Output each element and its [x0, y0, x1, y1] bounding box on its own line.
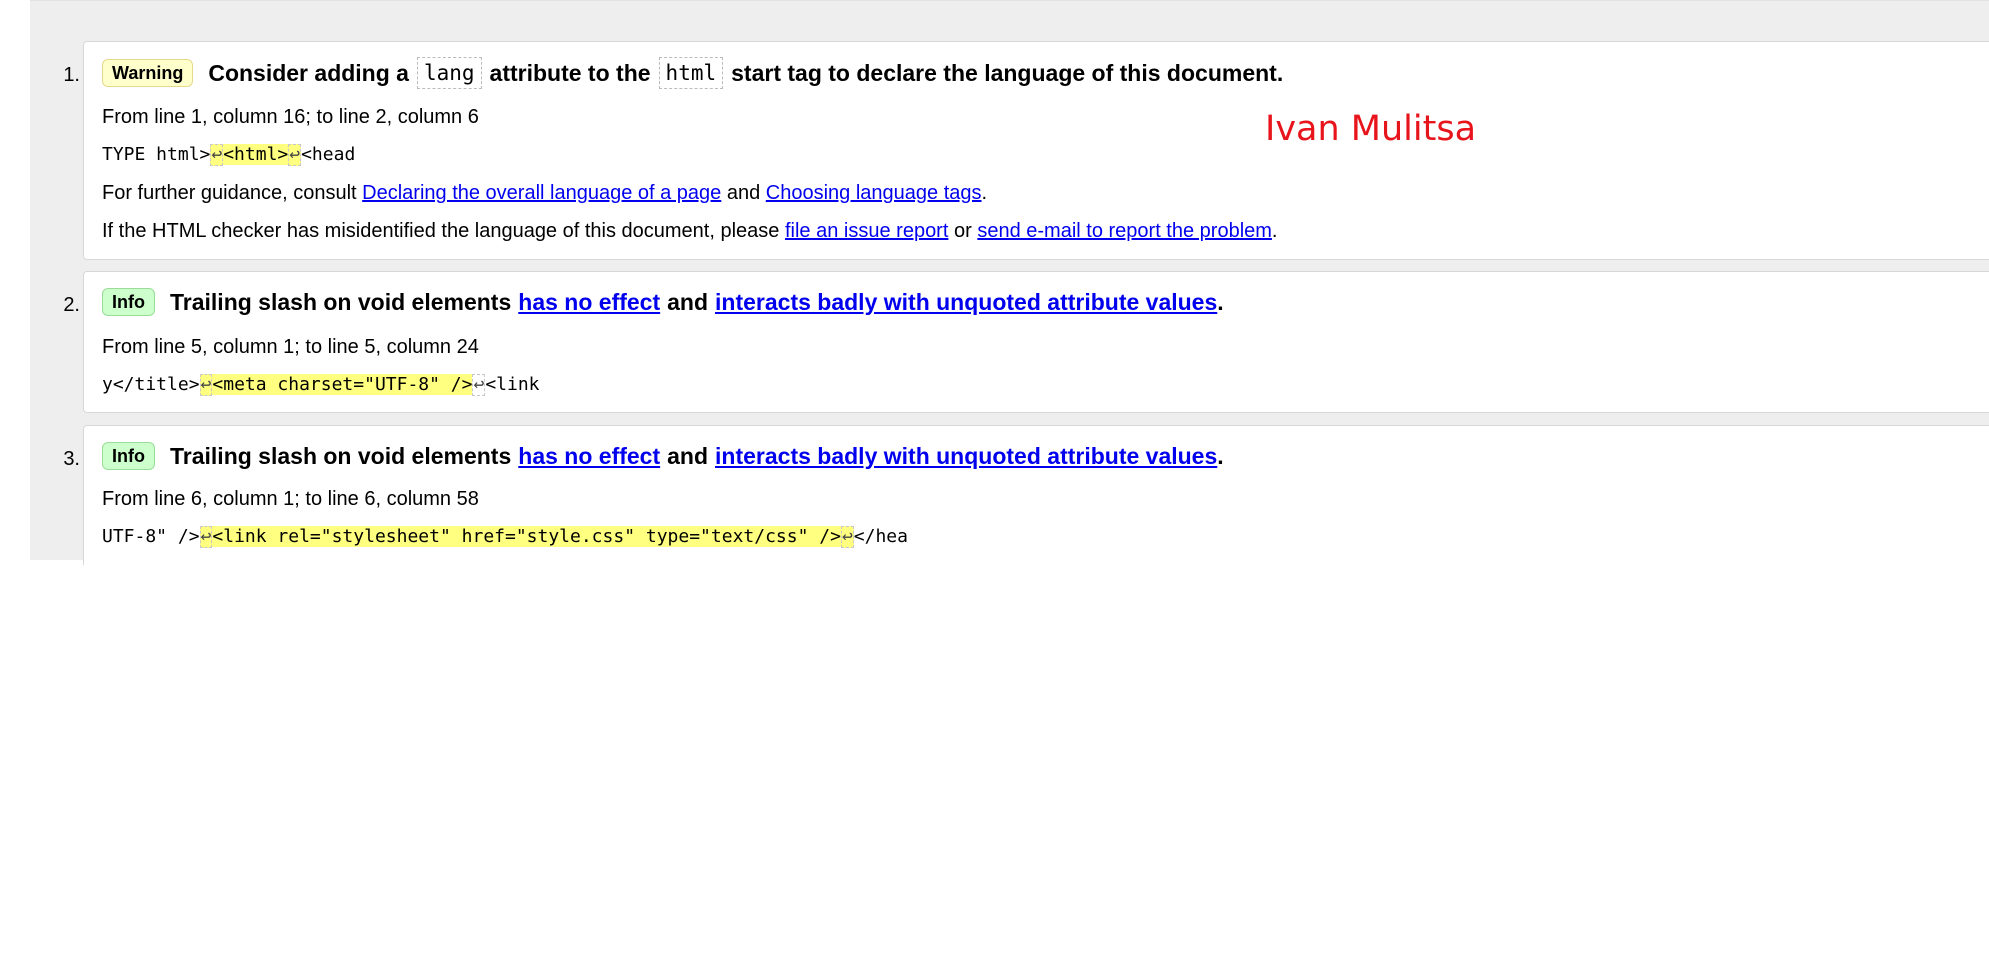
misidentified-text: If the HTML checker has misidentified th… — [102, 218, 1277, 244]
heading-period: . — [1217, 289, 1224, 315]
message-heading: Info Trailing slash on void elements has… — [102, 287, 1224, 317]
code-lang: lang — [416, 57, 482, 89]
extract-after: <link — [485, 374, 540, 395]
line-break-icon: ↩ — [210, 144, 224, 166]
heading-text: Consider adding a — [208, 60, 409, 86]
warning-badge: Warning — [102, 59, 194, 87]
info-badge: Info — [102, 288, 155, 316]
extract-highlight: <meta charset="UTF-8" /> — [212, 374, 473, 395]
message-number: 1. — [63, 64, 80, 86]
line-break-icon: ↩ — [288, 144, 302, 166]
heading-period: . — [1217, 443, 1224, 469]
link-file-issue-report[interactable]: file an issue report — [785, 220, 948, 242]
location-text: From line 6, column 1; to line 6, column… — [102, 488, 479, 510]
link-interacts-badly[interactable]: interacts badly with unquoted attribute … — [715, 441, 1217, 471]
message-heading: Info Trailing slash on void elements has… — [102, 441, 1224, 471]
extract-before: y</title> — [102, 374, 200, 395]
heading-text: Trailing slash on void elements — [170, 289, 512, 315]
code-extract: y</title>↩<meta charset="UTF-8" />↩<link — [102, 372, 540, 398]
line-break-icon: ↩ — [840, 526, 854, 548]
heading-text: and — [667, 289, 709, 315]
message-number: 2. — [63, 294, 80, 316]
heading-text: attribute to the — [489, 60, 651, 86]
link-has-no-effect[interactable]: has no effect — [518, 441, 660, 471]
message-heading: Warning Consider adding a lang attribute… — [102, 57, 1283, 89]
line-break-icon: ↩ — [472, 374, 486, 396]
extract-after: </hea — [853, 526, 908, 547]
misidentified-prefix: If the HTML checker has misidentified th… — [102, 220, 780, 242]
extract-highlight: <html> — [223, 144, 289, 165]
extract-highlight: <link rel="stylesheet" href="style.css" … — [212, 526, 841, 547]
extract-after: <head — [301, 144, 356, 165]
location-text: From line 1, column 16; to line 2, colum… — [102, 106, 479, 128]
misidentified-period: . — [1271, 220, 1278, 242]
code-html: html — [658, 57, 724, 89]
extract-before: UTF-8" /> — [102, 526, 200, 547]
link-declaring-language[interactable]: Declaring the overall language of a page — [362, 182, 721, 204]
heading-text: and — [667, 443, 709, 469]
guidance-and: and — [726, 182, 761, 204]
link-send-email[interactable]: send e-mail to report the problem — [977, 220, 1272, 242]
location-text: From line 5, column 1; to line 5, column… — [102, 336, 479, 358]
heading-text: Trailing slash on void elements — [170, 443, 512, 469]
link-choosing-language-tags[interactable]: Choosing language tags — [766, 182, 982, 204]
code-extract: TYPE html>↩<html>↩<head — [102, 142, 355, 168]
author-watermark: Ivan Mulitsa — [1265, 109, 1477, 149]
link-has-no-effect[interactable]: has no effect — [518, 287, 660, 317]
guidance-prefix: For further guidance, consult — [102, 182, 357, 204]
link-interacts-badly[interactable]: interacts badly with unquoted attribute … — [715, 287, 1217, 317]
warning-message: Warning Consider adding a lang attribute… — [83, 41, 1989, 260]
info-badge: Info — [102, 442, 155, 470]
message-number: 3. — [63, 448, 80, 470]
misidentified-or: or — [953, 220, 972, 242]
code-extract: UTF-8" />↩<link rel="stylesheet" href="s… — [102, 524, 908, 550]
heading-text: start tag to declare the language of thi… — [731, 60, 1284, 86]
info-message: Info Trailing slash on void elements has… — [83, 271, 1989, 413]
guidance-period: . — [981, 182, 988, 204]
line-break-icon: ↩ — [199, 374, 213, 396]
info-message: Info Trailing slash on void elements has… — [83, 425, 1989, 565]
line-break-icon: ↩ — [199, 526, 213, 548]
extract-before: TYPE html> — [102, 144, 211, 165]
guidance-text: For further guidance, consult Declaring … — [102, 180, 987, 206]
